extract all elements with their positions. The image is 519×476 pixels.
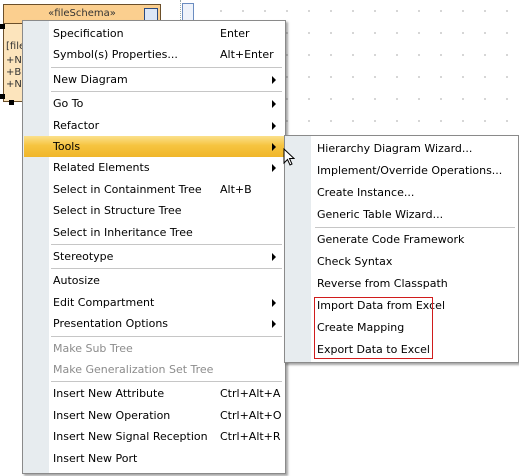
menu-item-label: Presentation Options — [53, 317, 169, 331]
menu-separator — [51, 66, 282, 68]
submenu-arrow-icon — [272, 298, 276, 307]
submenu-separator — [315, 227, 515, 228]
menu-separator — [51, 381, 282, 383]
menu-item-label: Symbol(s) Properties... — [53, 48, 178, 62]
submenu-item-label: Check Syntax — [317, 255, 393, 268]
menu-item-label: Insert New Operation — [53, 408, 171, 422]
menu-item-label: Select in Inheritance Tree — [53, 225, 193, 239]
menu-item-symbol-s-properties[interactable]: Symbol(s) Properties... Alt+Enter — [24, 44, 284, 65]
menu-separator — [51, 244, 282, 245]
submenu-item-label: Generic Table Wizard... — [317, 208, 444, 221]
menu-item-label: Related Elements — [53, 161, 150, 175]
submenu-item-create-instance[interactable]: Create Instance... — [286, 182, 517, 203]
menu-item-label: Insert New Port — [53, 451, 138, 465]
attribute-row: +N — [6, 79, 22, 90]
tools-submenu: Hierarchy Diagram Wizard... Implement/Ove… — [284, 135, 519, 363]
menu-item-label: Autosize — [53, 274, 100, 288]
menu-item-specification[interactable]: Specification Enter — [24, 23, 284, 44]
menu-item-label: Select in Containment Tree — [53, 182, 202, 196]
menu-separator — [51, 268, 282, 270]
menu-item-label: Tools — [53, 140, 81, 153]
menu-item-go-to[interactable]: Go To — [24, 93, 284, 114]
submenu-item-reverse-from-classpath[interactable]: Reverse from Classpath — [286, 273, 517, 294]
menu-item-select-in-structure-tree[interactable]: Select in Structure Tree — [24, 200, 284, 221]
menu-item-label: Specification — [53, 27, 124, 40]
menu-item-shortcut: Ctrl+Alt+R — [220, 430, 281, 444]
context-menu: Specification Enter Symbol(s) Properties..… — [22, 20, 286, 474]
mouse-pointer-icon — [283, 148, 295, 166]
submenu-item-check-syntax[interactable]: Check Syntax — [286, 251, 517, 272]
menu-item-insert-new-signal-reception[interactable]: Insert New Signal Reception Ctrl+Alt+R — [24, 426, 284, 447]
submenu-arrow-icon — [272, 75, 276, 84]
submenu-item-label: Reverse from Classpath — [317, 277, 448, 290]
menu-item-label: Insert New Signal Reception — [53, 430, 208, 444]
menu-item-shortcut: Ctrl+Alt+A — [220, 387, 281, 401]
menu-item-presentation-options[interactable]: Presentation Options — [24, 313, 284, 334]
class-attributes: +N +B +N — [6, 55, 22, 91]
menu-item-insert-new-attribute[interactable]: Insert New Attribute Ctrl+Alt+A — [24, 383, 284, 404]
attribute-row: +B — [6, 67, 22, 78]
submenu-item-hierarchy-diagram-wizard[interactable]: Hierarchy Diagram Wizard... — [286, 138, 517, 159]
submenu-arrow-icon — [272, 100, 276, 109]
selection-handle[interactable] — [0, 24, 5, 29]
submenu-arrow-icon — [272, 143, 276, 151]
submenu-item-label: Create Instance... — [317, 186, 415, 199]
menu-item-shortcut: Enter — [220, 27, 250, 40]
menu-item-edit-compartment[interactable]: Edit Compartment — [24, 292, 284, 313]
menu-item-related-elements[interactable]: Related Elements — [24, 157, 284, 178]
menu-item-select-in-containment-tree[interactable]: Select in Containment Tree Alt+B — [24, 179, 284, 200]
menu-item-label: Go To — [53, 97, 84, 111]
menu-item-label: Insert New Attribute — [53, 387, 165, 401]
submenu-arrow-icon — [272, 320, 276, 329]
submenu-item-generate-code-framework[interactable]: Generate Code Framework — [286, 229, 517, 250]
submenu-item-label: Implement/Override Operations... — [317, 164, 503, 177]
menu-item-shortcut: Alt+Enter — [220, 48, 274, 62]
submenu-item-generic-table-wizard[interactable]: Generic Table Wizard... — [286, 204, 517, 225]
submenu-item-label: Generate Code Framework — [317, 233, 465, 246]
submenu-arrow-icon — [272, 164, 276, 173]
selection-handle[interactable] — [9, 100, 14, 105]
menu-item-label: Select in Structure Tree — [53, 204, 182, 218]
menu-item-label: Edit Compartment — [53, 295, 155, 309]
submenu-arrow-icon — [272, 253, 276, 261]
menu-item-make-sub-tree: Make Sub Tree — [24, 338, 284, 359]
menu-item-new-diagram[interactable]: New Diagram — [24, 69, 284, 90]
menu-item-tools[interactable]: Tools — [24, 136, 284, 157]
menu-item-shortcut: Ctrl+Alt+O — [220, 408, 282, 422]
menu-item-shortcut: Alt+B — [220, 182, 252, 196]
menu-item-stereotype[interactable]: Stereotype — [24, 246, 284, 267]
diagram-element-icon — [182, 3, 194, 21]
menu-item-label: Stereotype — [53, 250, 114, 263]
attribute-row: +N — [6, 55, 22, 66]
menu-item-label: Make Sub Tree — [53, 341, 133, 355]
menu-separator — [51, 91, 282, 93]
submenu-item-label: Hierarchy Diagram Wizard... — [317, 142, 473, 155]
menu-separator — [51, 335, 282, 337]
menu-item-insert-new-port[interactable]: Insert New Port — [24, 448, 284, 469]
menu-item-autosize[interactable]: Autosize — [24, 270, 284, 291]
menu-item-insert-new-operation[interactable]: Insert New Operation Ctrl+Alt+O — [24, 405, 284, 426]
selection-handle[interactable] — [0, 94, 5, 99]
menu-item-label: Make Generalization Set Tree — [53, 363, 214, 376]
menu-item-label: New Diagram — [53, 72, 128, 86]
menu-item-refactor[interactable]: Refactor — [24, 115, 284, 136]
menu-item-select-in-inheritance-tree[interactable]: Select in Inheritance Tree — [24, 222, 284, 243]
excel-items-highlight-frame — [314, 297, 433, 359]
submenu-item-implement-override-operations[interactable]: Implement/Override Operations... — [286, 160, 517, 181]
submenu-arrow-icon — [272, 121, 276, 130]
menu-item-label: Refactor — [53, 118, 100, 132]
menu-item-make-generalization-set-tree: Make Generalization Set Tree — [24, 359, 284, 380]
